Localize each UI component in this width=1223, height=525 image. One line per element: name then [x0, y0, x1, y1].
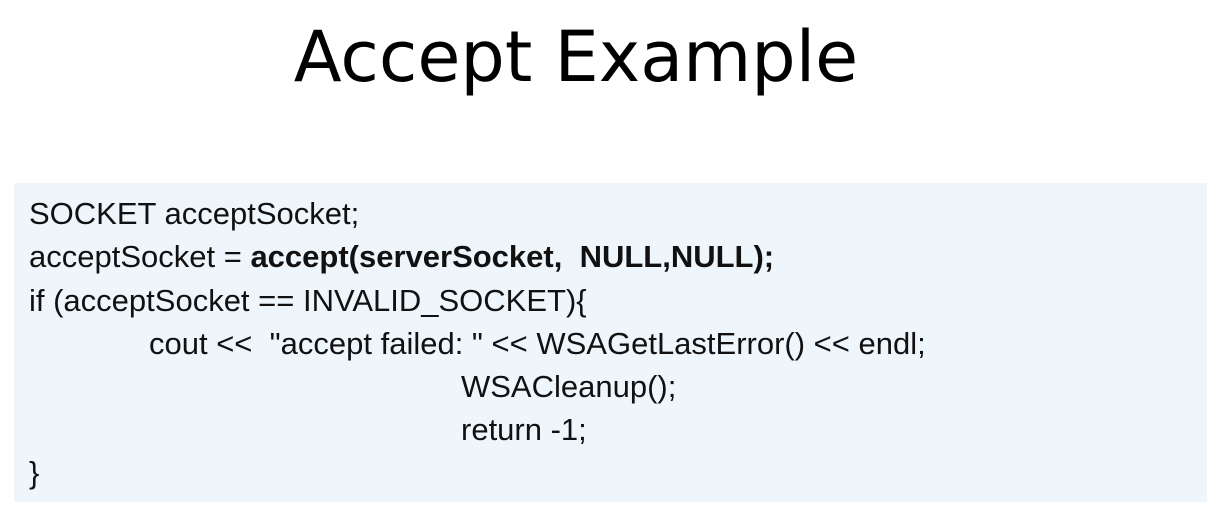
slide-title: Accept Example: [293, 16, 859, 98]
code-line-2: acceptSocket = accept(serverSocket, NULL…: [29, 237, 774, 277]
code-block: SOCKET acceptSocket; acceptSocket = acce…: [14, 183, 1207, 502]
code-line-2-bold-call: accept(serverSocket, NULL,NULL);: [250, 239, 775, 274]
code-line-2-prefix: acceptSocket =: [29, 239, 251, 274]
code-line-7: }: [29, 455, 40, 490]
code-line-5: WSACleanup();: [461, 369, 677, 404]
code-line-1: SOCKET acceptSocket;: [29, 196, 360, 231]
code-line-3: if (acceptSocket == INVALID_SOCKET){: [29, 283, 587, 318]
code-line-6: return -1;: [461, 412, 587, 447]
code-line-4: cout << "accept failed: " << WSAGetLastE…: [149, 326, 926, 361]
